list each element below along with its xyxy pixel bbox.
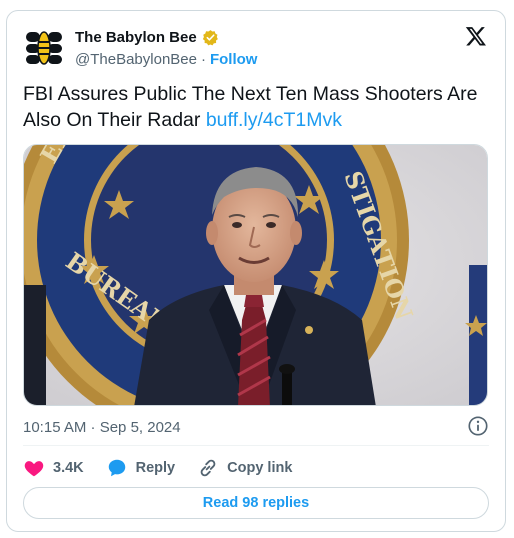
speech-bubble-icon — [108, 459, 125, 477]
reply-label: Reply — [135, 460, 176, 476]
x-logo-icon[interactable] — [465, 25, 487, 47]
verified-badge-icon — [202, 30, 218, 46]
tweet-meta-row: 10:15 AM · Sep 5, 2024 — [23, 415, 489, 439]
account-name[interactable]: The Babylon Bee — [75, 29, 197, 46]
press-conference-photo: EDERAL BUREAU STIGATION — [24, 145, 487, 405]
tweet-media[interactable]: EDERAL BUREAU STIGATION — [23, 144, 488, 406]
heart-icon — [24, 461, 44, 477]
read-replies-button[interactable]: Read 98 replies — [23, 487, 489, 519]
tweet-link[interactable]: buff.ly/4cT1Mvk — [206, 109, 342, 131]
copy-link-button[interactable]: Copy link — [197, 457, 292, 479]
reply-button[interactable]: Reply — [106, 457, 176, 479]
tweet-actions: 3.4K Reply Copy link — [23, 455, 292, 481]
info-icon[interactable] — [467, 415, 489, 437]
like-count: 3.4K — [53, 460, 84, 476]
tweet-card: The Babylon Bee @TheBabylonBee · Follow … — [6, 10, 506, 532]
tweet-timestamp[interactable]: 10:15 AM · Sep 5, 2024 — [23, 419, 181, 436]
separator-dot: · — [200, 51, 206, 68]
tweet-text: FBI Assures Public The Next Ten Mass Sho… — [23, 81, 489, 133]
read-replies-label: Read 98 replies — [202, 495, 310, 511]
babylon-bee-logo-avatar[interactable] — [23, 27, 65, 69]
divider — [23, 445, 489, 446]
link-icon — [200, 459, 216, 477]
tweet-header: The Babylon Bee @TheBabylonBee · Follow — [23, 25, 489, 73]
copy-link-label: Copy link — [227, 460, 293, 476]
like-button[interactable]: 3.4K — [23, 457, 84, 479]
account-handle[interactable]: @TheBabylonBee — [75, 51, 197, 68]
account-name-row: The Babylon Bee — [75, 29, 219, 46]
follow-button[interactable]: Follow — [210, 51, 258, 68]
account-handle-row: @TheBabylonBee · Follow — [75, 51, 257, 68]
